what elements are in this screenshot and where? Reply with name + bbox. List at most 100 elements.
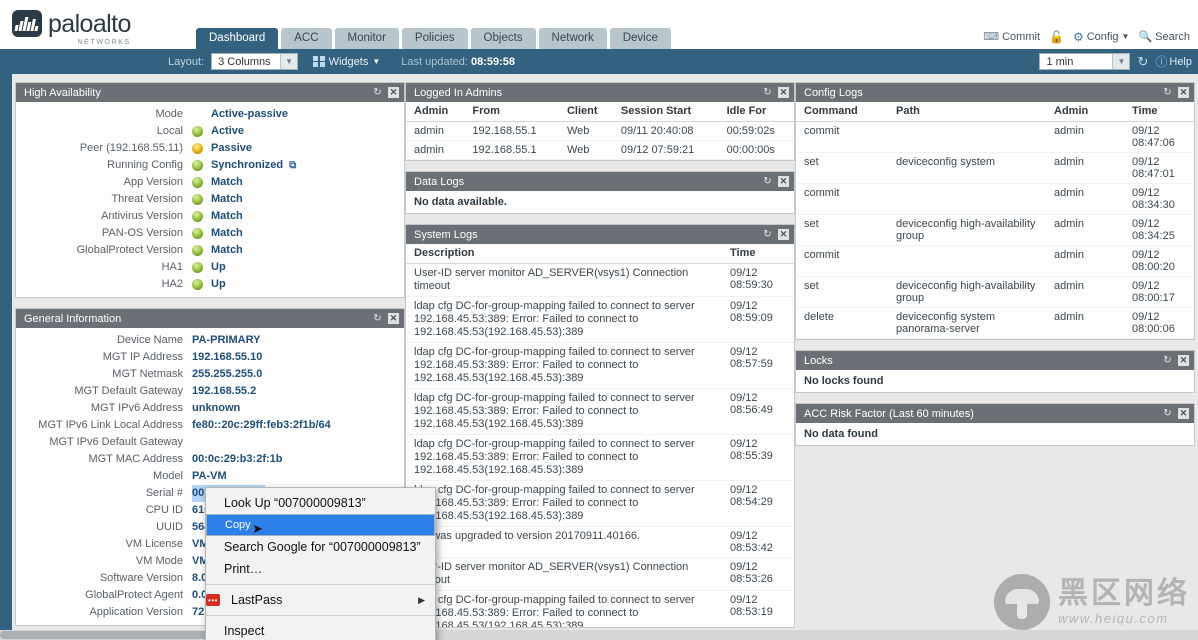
ha-row-value: Up bbox=[192, 259, 226, 276]
close-icon[interactable]: ✕ bbox=[1178, 87, 1189, 98]
table-row[interactable]: set deviceconfig system admin 09/12 08:47:01 bbox=[796, 152, 1194, 184]
tab-acc[interactable]: ACC bbox=[281, 28, 332, 49]
context-menu-item[interactable]: Inspect bbox=[206, 620, 435, 640]
table-header-row: Command Path Admin Time bbox=[796, 102, 1194, 122]
column-header[interactable]: Client bbox=[558, 102, 613, 122]
context-menu-item-label: LastPass bbox=[231, 593, 283, 607]
tab-network[interactable]: Network bbox=[538, 28, 607, 49]
table-row[interactable]: commit admin 09/12 08:47:06 bbox=[796, 121, 1194, 153]
column-header[interactable]: Admin bbox=[1046, 102, 1124, 122]
refresh-interval-select[interactable]: 1 min ▼ bbox=[1039, 53, 1131, 70]
log-description: ldap cfg DC-for-group-mapping failed to … bbox=[406, 434, 722, 481]
table-row[interactable]: ldap cfg DC-for-group-mapping failed to … bbox=[406, 590, 794, 627]
table-row[interactable]: set deviceconfig high-availability group a… bbox=[796, 276, 1194, 308]
refresh-icon[interactable]: ↻ bbox=[372, 313, 383, 324]
column-header[interactable]: Idle For bbox=[718, 102, 794, 122]
table-row[interactable]: User-ID server monitor AD_SERVER(vsys1) … bbox=[406, 557, 794, 591]
column-header[interactable]: Session Start bbox=[612, 102, 719, 122]
close-icon[interactable]: ✕ bbox=[778, 229, 789, 240]
table-row[interactable]: admin 192.168.55.1 Web 09/12 07:59:21 00:00:… bbox=[406, 140, 794, 160]
table-row[interactable]: commit admin 09/12 08:34:30 bbox=[796, 183, 1194, 215]
column-header[interactable]: Path bbox=[888, 102, 1046, 122]
refresh-icon[interactable]: ↻ bbox=[1137, 55, 1148, 68]
refresh-icon[interactable]: ↻ bbox=[762, 229, 773, 240]
ha-row-label: HA2 bbox=[161, 278, 183, 290]
column-header[interactable]: Time bbox=[722, 244, 794, 264]
config-time-value: 08:47:01 bbox=[1132, 168, 1175, 180]
tab-objects[interactable]: Objects bbox=[470, 28, 536, 49]
column-header[interactable]: From bbox=[464, 102, 559, 122]
refresh-icon[interactable]: ↻ bbox=[1162, 87, 1173, 98]
context-menu-item[interactable]: Search Google for “007000009813” bbox=[206, 536, 435, 558]
column-header[interactable]: Admin bbox=[406, 102, 465, 122]
table-row[interactable]: admin 192.168.55.1 Web 09/11 20:40:08 00:59:… bbox=[406, 121, 794, 141]
column-header[interactable]: Description bbox=[406, 244, 722, 264]
refresh-icon[interactable]: ↻ bbox=[372, 87, 383, 98]
table-row[interactable]: delete deviceconfig system panorama-serve… bbox=[796, 307, 1194, 339]
config-timestamp: 09/12 08:34:30 bbox=[1124, 183, 1194, 215]
context-menu-item-label: Look Up “007000009813” bbox=[224, 496, 366, 510]
context-menu-item-label: Inspect bbox=[224, 624, 265, 638]
empty-message: No data available. bbox=[414, 196, 507, 208]
system-logs-table: Description Time User-ID server monitor A… bbox=[406, 244, 794, 627]
close-icon[interactable]: ✕ bbox=[1178, 408, 1189, 419]
close-icon[interactable]: ✕ bbox=[778, 176, 789, 187]
search-button[interactable]: 🔍 Search bbox=[1138, 31, 1190, 43]
table-row[interactable]: set deviceconfig high-availability group a… bbox=[796, 214, 1194, 246]
commit-button[interactable]: ⌨ Commit bbox=[983, 31, 1040, 43]
tab-policies[interactable]: Policies bbox=[401, 28, 468, 49]
layout-select[interactable]: 3 Columns ▼ bbox=[211, 53, 299, 70]
ha-row-label: GlobalProtect Version bbox=[76, 244, 183, 256]
general-info-row: MGT IPv6 Default Gateway bbox=[16, 434, 404, 451]
log-date: 09/12 bbox=[730, 346, 758, 358]
table-row[interactable]: ldap cfg DC-for-group-mapping failed to … bbox=[406, 342, 794, 389]
context-menu-item[interactable]: Copy bbox=[206, 514, 435, 536]
horizontal-scrollbar[interactable] bbox=[0, 630, 1198, 640]
chevron-down-icon: ▼ bbox=[372, 57, 381, 66]
refresh-icon[interactable]: ↻ bbox=[762, 87, 773, 98]
column-header[interactable]: Command bbox=[796, 102, 888, 122]
widgets-menu-button[interactable]: Widgets ▼ bbox=[313, 56, 380, 68]
widget-high-availability: High Availability ↻ ✕ Mode Active-passive… bbox=[15, 82, 405, 298]
close-icon[interactable]: ✕ bbox=[1178, 355, 1189, 366]
table-row[interactable]: ldap cfg DC-for-group-mapping failed to … bbox=[406, 434, 794, 481]
log-timestamp: 09/12 08:55:39 bbox=[722, 434, 794, 481]
column-header[interactable]: Time bbox=[1124, 102, 1194, 122]
ha-row-value: Match bbox=[192, 174, 243, 191]
table-row[interactable]: ldap cfg DC-for-group-mapping failed to … bbox=[406, 388, 794, 435]
refresh-icon[interactable]: ↻ bbox=[1162, 355, 1173, 366]
close-icon[interactable]: ✕ bbox=[388, 87, 399, 98]
log-description: ldap cfg DC-for-group-mapping failed to … bbox=[406, 296, 722, 343]
table-row[interactable]: commit admin 09/12 08:00:20 bbox=[796, 245, 1194, 277]
table-row[interactable]: ldap cfg DC-for-group-mapping failed to … bbox=[406, 296, 794, 343]
tab-dashboard[interactable]: Dashboard bbox=[196, 28, 279, 49]
table-row[interactable]: DB was upgraded to version 20170911.4016… bbox=[406, 526, 794, 558]
context-menu-item[interactable]: Look Up “007000009813” bbox=[206, 492, 435, 514]
help-icon: ⓘ bbox=[1155, 54, 1168, 69]
help-button[interactable]: ⓘ Help bbox=[1155, 56, 1192, 68]
refresh-icon[interactable]: ↻ bbox=[1162, 408, 1173, 419]
config-path bbox=[888, 121, 1046, 153]
close-icon[interactable]: ✕ bbox=[778, 87, 789, 98]
sync-compare-icon[interactable]: ⧉ bbox=[289, 157, 296, 174]
ha-row-value-text: Match bbox=[211, 227, 243, 239]
lock-open-icon[interactable]: 🔓 bbox=[1049, 31, 1064, 43]
config-time-value: 08:34:30 bbox=[1132, 199, 1175, 211]
table-row[interactable]: ldap cfg DC-for-group-mapping failed to … bbox=[406, 480, 794, 527]
tab-device[interactable]: Device bbox=[609, 28, 671, 49]
config-menu-button[interactable]: ⚙ Config ▼ bbox=[1073, 31, 1129, 43]
log-timestamp: 09/12 08:59:09 bbox=[722, 296, 794, 343]
context-menu-item[interactable]: ••• LastPass ▶ bbox=[206, 589, 435, 611]
config-admin: admin bbox=[1046, 152, 1124, 184]
tab-monitor[interactable]: Monitor bbox=[334, 28, 399, 49]
log-time-value: 08:53:19 bbox=[730, 606, 773, 618]
close-icon[interactable]: ✕ bbox=[388, 313, 399, 324]
status-dot-green-icon bbox=[192, 262, 203, 273]
general-info-row: MGT IP Address 192.168.55.10 bbox=[16, 349, 404, 366]
context-menu[interactable]: Look Up “007000009813” Copy Search Google … bbox=[205, 487, 436, 640]
watermark: 黑区网络 www.heiqu.com bbox=[994, 574, 1190, 630]
refresh-icon[interactable]: ↻ bbox=[762, 176, 773, 187]
log-date: 09/12 bbox=[730, 594, 758, 606]
table-row[interactable]: User-ID server monitor AD_SERVER(vsys1) … bbox=[406, 263, 794, 297]
context-menu-item[interactable]: Print… bbox=[206, 558, 435, 580]
